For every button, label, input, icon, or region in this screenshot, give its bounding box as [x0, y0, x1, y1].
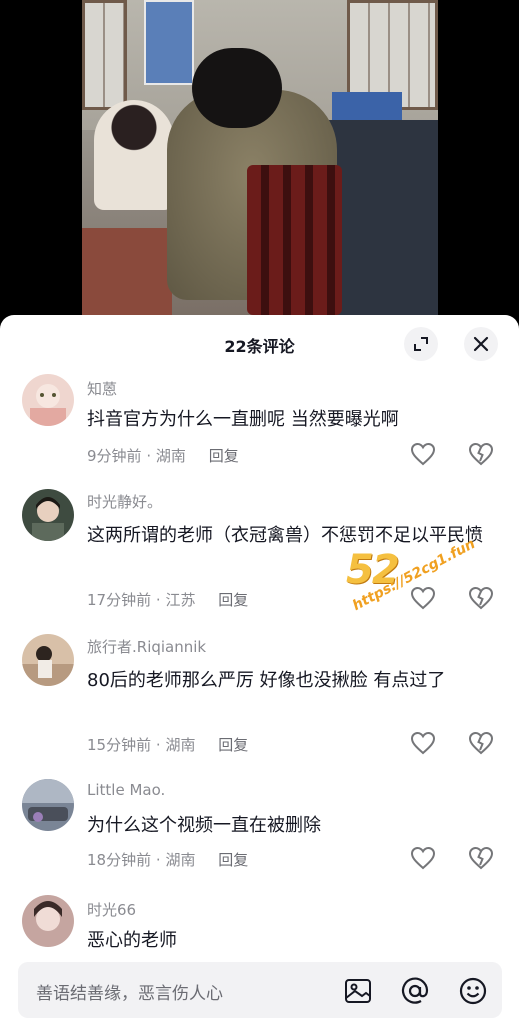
broken-heart-icon[interactable] [468, 846, 494, 870]
avatar[interactable] [22, 779, 74, 831]
video-person-left [94, 100, 174, 210]
reply-button[interactable]: 回复 [218, 591, 248, 609]
comment-username[interactable]: 时光66 [87, 899, 136, 920]
comment-username[interactable]: 时光静好。 [87, 491, 162, 512]
reply-button[interactable]: 回复 [218, 736, 248, 754]
comment-input[interactable]: 善语结善缘，恶言伤人心 [18, 962, 502, 1018]
comment-meta: 17分钟前 · 江苏 回复 [87, 591, 249, 609]
emoji-icon[interactable] [458, 976, 488, 1006]
comment-input-bar: 善语结善缘，恶言伤人心 [0, 948, 519, 1024]
video-frame [82, 0, 438, 315]
broken-heart-icon[interactable] [468, 731, 494, 755]
comment-time: 18分钟前 [87, 851, 152, 869]
reply-button[interactable]: 回复 [209, 447, 239, 465]
image-icon[interactable] [343, 976, 373, 1006]
wall-poster [144, 0, 194, 85]
comment-location: 湖南 [165, 851, 196, 869]
comment-input-placeholder: 善语结善缘，恶言伤人心 [36, 984, 223, 1004]
avatar-image [22, 489, 74, 541]
close-button[interactable] [464, 327, 498, 361]
expand-icon [414, 337, 428, 351]
broken-heart-icon[interactable] [468, 442, 494, 466]
comment-time: 9分钟前 [87, 447, 142, 465]
avatar-image [22, 779, 74, 831]
comment-text: 抖音官方为什么一直删呢 当然要曝光啊 [87, 409, 399, 430]
comment-text: 这两所谓的老师（衣冠禽兽）不惩罚不足以平民愤 [87, 525, 483, 546]
expand-button[interactable] [404, 327, 438, 361]
comment-username[interactable]: 知蒽 [87, 378, 117, 399]
at-icon[interactable] [400, 976, 430, 1006]
avatar-image [22, 374, 74, 426]
comment-username[interactable]: Little Mao. [87, 781, 165, 799]
comment-time: 17分钟前 [87, 591, 152, 609]
sheet-header: 22条评论 [0, 315, 519, 375]
comment-meta: 9分钟前 · 湖南 回复 [87, 447, 239, 465]
heart-icon[interactable] [410, 586, 436, 610]
avatar-image [22, 634, 74, 686]
comment-meta: 15分钟前 · 湖南 回复 [87, 736, 249, 754]
reply-button[interactable]: 回复 [218, 851, 248, 869]
comment-text: 为什么这个视频一直在被删除 [87, 815, 321, 836]
avatar[interactable] [22, 374, 74, 426]
avatar[interactable] [22, 489, 74, 541]
comment-text: 80后的老师那么严厉 好像也没揪脸 有点过了 [87, 670, 446, 691]
avatar[interactable] [22, 634, 74, 686]
comment-meta: 18分钟前 · 湖南 回复 [87, 851, 249, 869]
comment-username[interactable]: 旅行者.Riqiannik [87, 636, 206, 657]
comment-location: 江苏 [165, 591, 196, 609]
heart-icon[interactable] [410, 846, 436, 870]
video-player[interactable] [0, 0, 519, 330]
avatar[interactable] [22, 895, 74, 947]
avatar-image [22, 895, 74, 947]
comment-time: 15分钟前 [87, 736, 152, 754]
close-icon [473, 336, 489, 352]
comment-count-title: 22条评论 [224, 337, 295, 356]
broken-heart-icon[interactable] [468, 586, 494, 610]
comment-location: 湖南 [165, 736, 196, 754]
comment-location: 湖南 [155, 447, 186, 465]
heart-icon[interactable] [410, 442, 436, 466]
heart-icon[interactable] [410, 731, 436, 755]
